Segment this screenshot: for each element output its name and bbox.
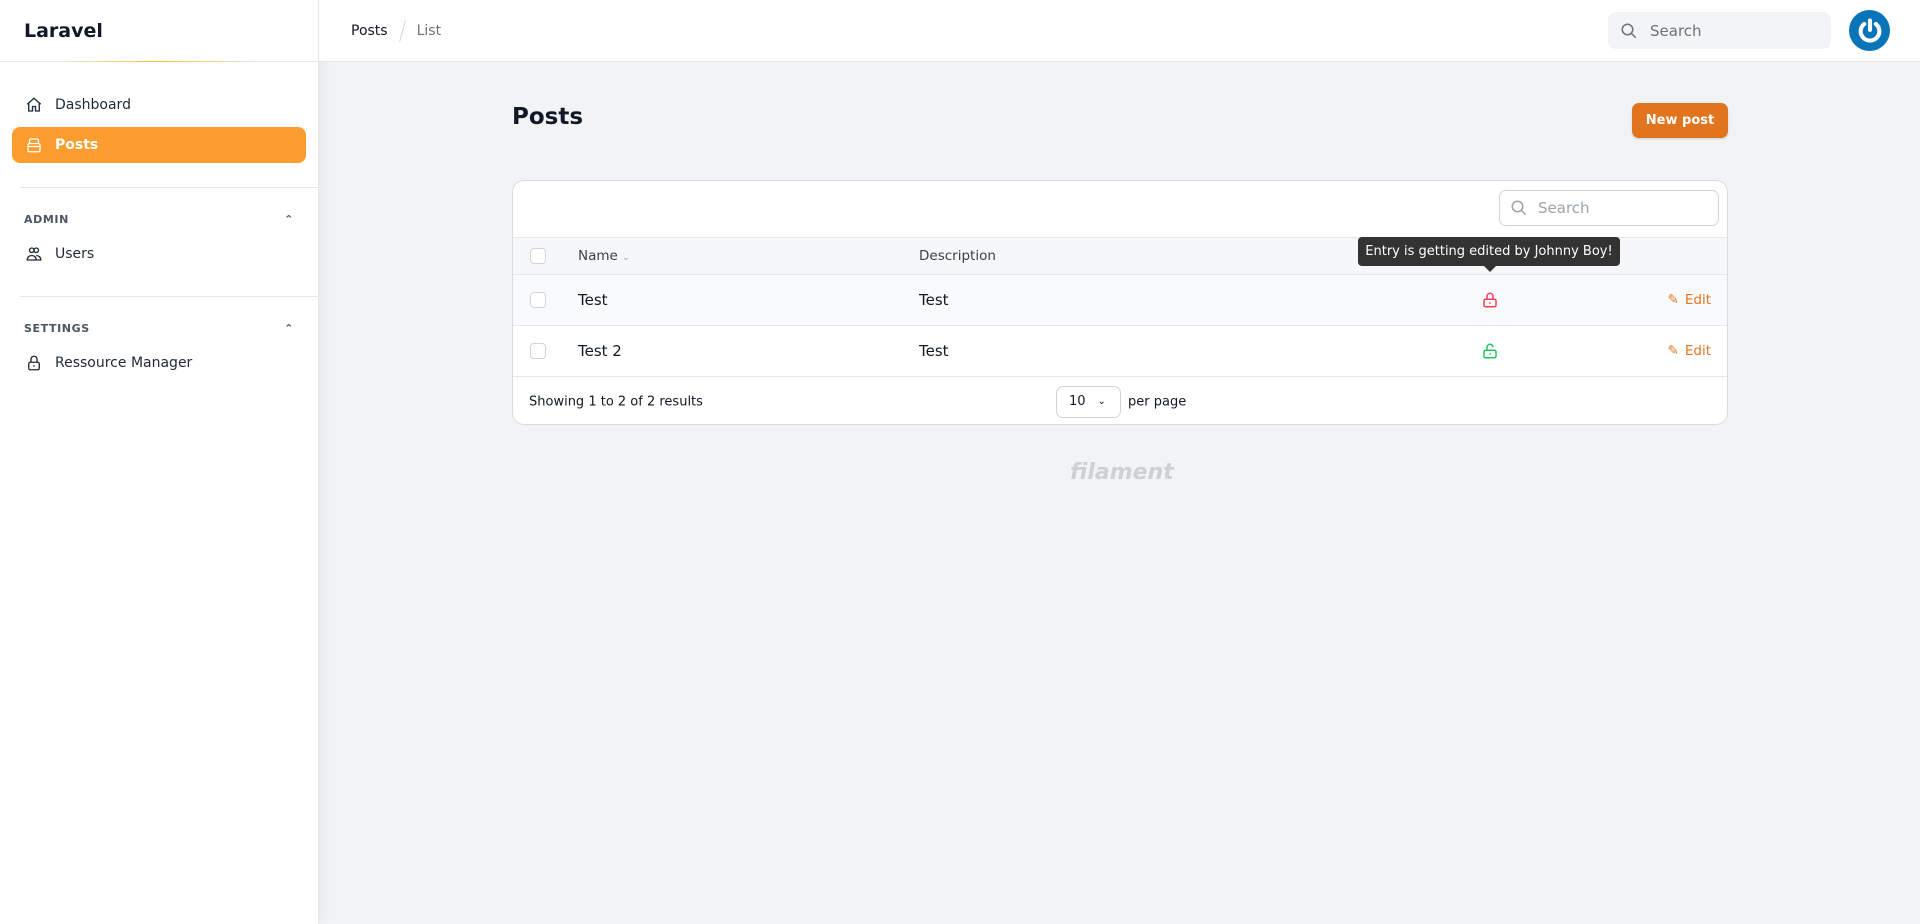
sidebar-item-users[interactable]: Users — [12, 236, 306, 271]
results-summary: Showing 1 to 2 of 2 results — [529, 394, 703, 409]
pencil-icon: ✎ — [1667, 292, 1679, 308]
sidebar: Laravel Dashboard Posts ADMIN ⌃ Users SET… — [0, 0, 319, 924]
new-post-button[interactable]: New post — [1632, 103, 1728, 138]
sidebar-item-label: Ressource Manager — [55, 354, 193, 371]
avatar[interactable] — [1849, 10, 1890, 51]
pencil-icon: ✎ — [1667, 343, 1679, 359]
sidebar-item-label: Posts — [55, 137, 99, 153]
cell-name: Test — [578, 291, 608, 309]
group-settings[interactable]: SETTINGS ⌃ — [24, 322, 294, 335]
cell-name: Test 2 — [578, 342, 622, 360]
search-icon — [1511, 200, 1527, 216]
page-title: Posts — [512, 104, 584, 130]
breadcrumb-list[interactable]: List — [417, 23, 441, 39]
group-admin[interactable]: ADMIN ⌃ — [24, 213, 294, 226]
table-footer: Showing 1 to 2 of 2 results 10 ⌄ per page — [513, 376, 1727, 424]
users-icon — [26, 246, 42, 261]
search-placeholder: Search — [1538, 199, 1590, 217]
sidebar-item-label: Users — [55, 245, 95, 262]
divider — [20, 296, 318, 297]
app-brand[interactable]: Laravel — [0, 0, 318, 62]
home-icon — [26, 96, 42, 112]
cell-description: Test — [919, 291, 949, 309]
sidebar-item-label: Dashboard — [55, 96, 131, 113]
sidebar-item-posts[interactable]: Posts — [12, 127, 306, 163]
lock-icon — [28, 355, 40, 370]
per-page-label: per page — [1128, 394, 1187, 409]
sort-chevron-icon: ⌄ — [622, 253, 630, 263]
search-placeholder: Search — [1650, 21, 1702, 40]
search-icon — [1621, 23, 1637, 38]
row-checkbox[interactable] — [530, 292, 546, 308]
posts-table: Search Name ⌄ Description Test Test ✎ Edi… — [512, 180, 1728, 425]
chevron-up-icon[interactable]: ⌃ — [284, 322, 294, 335]
group-label: SETTINGS — [24, 322, 90, 335]
lock-tooltip: Entry is getting edited by Johnny Boy! — [1358, 237, 1620, 272]
edit-button[interactable]: ✎ Edit — [1668, 343, 1711, 359]
breadcrumb: Posts List — [351, 0, 441, 62]
breadcrumb-separator — [398, 20, 406, 42]
chevron-down-icon: ⌄ — [1097, 396, 1106, 407]
per-page-select[interactable]: 10 ⌄ — [1056, 385, 1121, 418]
global-search-input[interactable]: Search — [1608, 12, 1831, 49]
table-row: Test 2 Test ✎ Edit — [513, 325, 1727, 376]
edit-button[interactable]: ✎ Edit — [1668, 292, 1711, 308]
column-description: Description — [919, 248, 996, 264]
locked-icon[interactable] — [1481, 291, 1499, 309]
cell-description: Test — [919, 342, 949, 360]
unlocked-icon[interactable] — [1481, 342, 1499, 360]
archive-icon — [27, 138, 41, 153]
sidebar-item-ressource-manager[interactable]: Ressource Manager — [12, 345, 306, 380]
breadcrumb-posts[interactable]: Posts — [351, 23, 388, 39]
chevron-up-icon[interactable]: ⌃ — [284, 213, 294, 226]
table-row: Test Test ✎ Edit — [513, 274, 1727, 325]
power-logo-icon — [1858, 17, 1881, 43]
sidebar-item-dashboard[interactable]: Dashboard — [12, 87, 306, 122]
group-label: ADMIN — [24, 213, 69, 226]
filament-logo[interactable]: filament — [1070, 460, 1174, 485]
row-checkbox[interactable] — [530, 343, 546, 359]
table-search-input[interactable]: Search — [1499, 190, 1719, 226]
topbar: Posts List Search — [319, 0, 1920, 62]
divider — [20, 187, 318, 188]
column-name[interactable]: Name ⌄ — [578, 248, 630, 264]
select-all-checkbox[interactable] — [530, 248, 546, 264]
